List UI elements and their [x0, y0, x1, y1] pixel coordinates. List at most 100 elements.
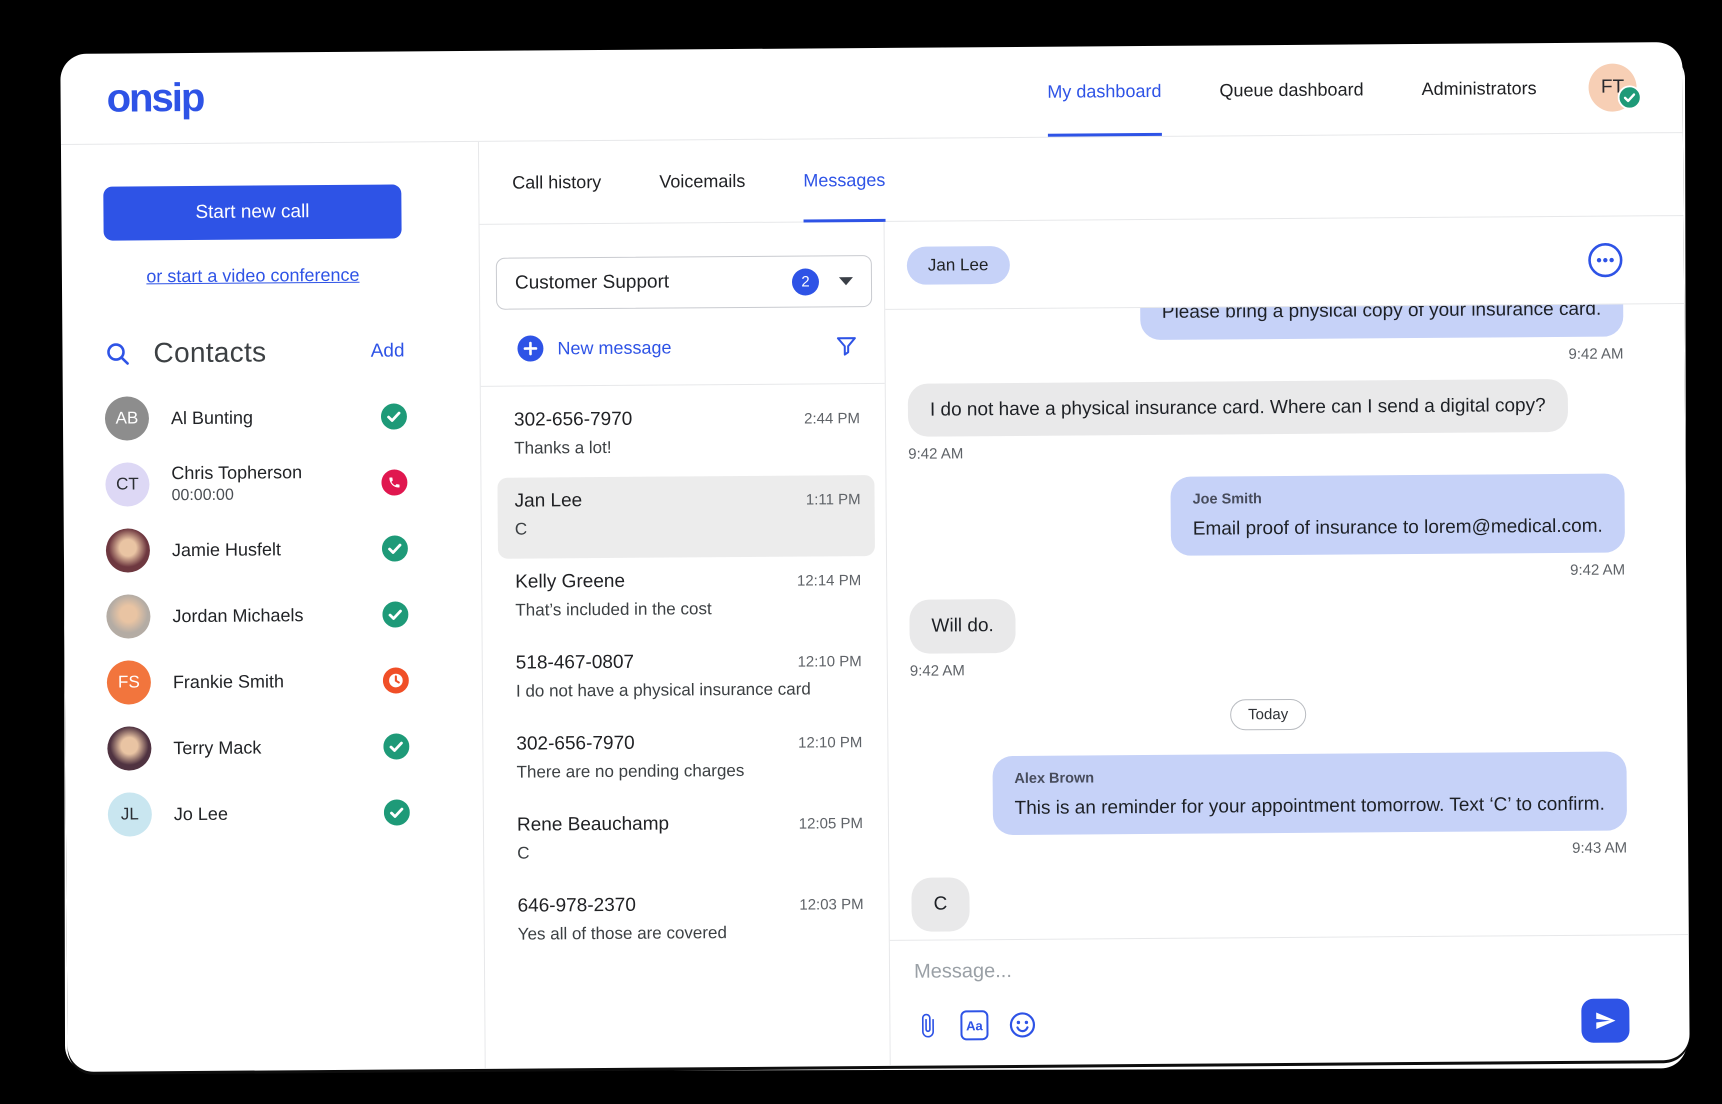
add-contact-link[interactable]: Add [371, 340, 405, 362]
conversation-item-top: 302-656-7970 2:44 PM [514, 407, 860, 432]
avatar: AB [105, 396, 149, 440]
conversation-time: 12:14 PM [797, 572, 861, 589]
message-thread: Please bring a physical copy of your ins… [885, 304, 1689, 940]
avatar [107, 726, 151, 770]
conversation-item[interactable]: 518-467-080712:10 PMI do not have a phys… [499, 637, 877, 721]
message-input[interactable] [914, 949, 1629, 989]
status-available-icon [381, 403, 407, 429]
conversation-item[interactable]: Jan Lee1:11 PMC [497, 475, 875, 559]
attachment-icon[interactable] [914, 1013, 940, 1039]
message-timestamp: 9:42 AM [1570, 562, 1625, 579]
contact-row-frankie-smith[interactable]: FS Frankie Smith [107, 647, 409, 715]
conversation-time: 2:44 PM [804, 410, 860, 427]
nav-my-dashboard[interactable]: My dashboard [1047, 46, 1162, 137]
text-format-icon[interactable]: Aa [960, 1010, 988, 1040]
avatar: JL [108, 792, 152, 836]
nav-queue-dashboard[interactable]: Queue dashboard [1219, 44, 1364, 135]
message-timestamp: 9:42 AM [910, 662, 965, 679]
message-sender: Joe Smith [1193, 488, 1603, 511]
user-avatar[interactable]: FT [1588, 63, 1636, 111]
new-message-button[interactable]: New message [517, 334, 671, 361]
search-icon[interactable] [104, 340, 131, 367]
message-bubble[interactable]: C [911, 878, 969, 932]
message-text: Please bring a physical copy of your ins… [1162, 304, 1602, 325]
conversation-preview: There are no pending charges [516, 760, 816, 782]
conversation-preview: That’s included in the cost [515, 598, 815, 620]
contacts-title: Contacts [153, 336, 266, 369]
unread-count-badge: 2 [792, 268, 819, 295]
contacts-header: Contacts Add [104, 335, 404, 369]
conversation-item[interactable]: Rene Beauchamp12:05 PMC [500, 799, 878, 883]
status-on-call-icon [381, 469, 407, 495]
contact-name-wrap: Jamie Husfelt [172, 539, 281, 561]
message-sender: Alex Brown [1014, 766, 1604, 790]
conversation-item[interactable]: 646-978-237012:03 PMYes all of those are… [500, 880, 878, 964]
video-conference-link[interactable]: or start a video conference [104, 264, 402, 287]
contact-row-al-bunting[interactable]: AB Al Bunting [105, 383, 407, 451]
contact-name: Jordan Michaels [172, 605, 303, 627]
message-bubble[interactable]: Please bring a physical copy of your ins… [1140, 304, 1624, 340]
tab-call-history[interactable]: Call history [512, 141, 602, 225]
contact-row-jordan-michaels[interactable]: Jordan Michaels [106, 581, 408, 649]
chevron-down-icon [839, 277, 853, 285]
conversation-time: 12:10 PM [798, 734, 862, 751]
chat-header: Jan Lee [885, 216, 1685, 310]
composer: Aa [890, 934, 1690, 1066]
filter-icon[interactable] [834, 334, 858, 358]
message-bubble[interactable]: Alex BrownThis is an reminder for your a… [992, 752, 1627, 836]
message-bubble[interactable]: Joe SmithEmail proof of insurance to lor… [1170, 474, 1625, 557]
conversation-time: 12:10 PM [797, 653, 861, 670]
message-timestamp: 9:43 AM [1572, 840, 1627, 857]
message-incoming: I do not have a physical insurance card.… [908, 378, 1625, 463]
conversation-preview: C [515, 517, 815, 539]
avatar [106, 594, 150, 638]
avatar: FS [107, 660, 151, 704]
message-bubble[interactable]: I do not have a physical insurance card.… [908, 379, 1568, 437]
tab-messages[interactable]: Messages [803, 139, 886, 223]
message-incoming: Will do. 9:42 AM [909, 595, 1626, 680]
message-text: C [933, 892, 947, 918]
conversation-item[interactable]: Kelly Greene12:14 PMThat’s included in t… [498, 556, 876, 640]
contact-name: Frankie Smith [173, 671, 284, 693]
contact-name-wrap: Chris Topherson00:00:00 [171, 462, 302, 505]
message-outgoing: Alex BrownThis is an reminder for your a… [910, 752, 1627, 862]
new-message-row: New message [517, 333, 858, 361]
sidebar: Start new call or start a video conferen… [61, 142, 486, 1072]
group-selector-dropdown[interactable]: Customer Support 2 [496, 255, 872, 310]
contact-row-jo-lee[interactable]: JL Jo Lee [108, 779, 410, 847]
start-new-call-button[interactable]: Start new call [103, 184, 401, 240]
more-options-icon[interactable] [1587, 242, 1624, 279]
message-text: Will do. [931, 614, 993, 640]
message-outgoing: Please bring a physical copy of your ins… [907, 304, 1624, 367]
message-text: This is an reminder for your appointment… [1014, 791, 1604, 821]
conversation-time: 12:05 PM [799, 815, 863, 832]
plus-icon [517, 335, 543, 361]
contact-name-wrap: Terry Mack [173, 737, 261, 759]
contact-row-chris-topherson[interactable]: CTChris Topherson00:00:00 [105, 449, 407, 517]
conversation-list: 302-656-79702:44 PMThanks a lot!Jan Lee1… [481, 384, 890, 1069]
status-away-icon [383, 667, 409, 693]
status-available-icon [382, 535, 408, 561]
contact-name-wrap: Jo Lee [174, 803, 228, 824]
send-button[interactable] [1581, 998, 1629, 1042]
emoji-icon[interactable] [1008, 1011, 1036, 1039]
avatar-available-icon [1618, 85, 1642, 114]
conversation-time: 1:11 PM [806, 491, 861, 508]
contact-row-jamie-husfelt[interactable]: Jamie Husfelt [106, 515, 408, 583]
conversation-title: 302-656-7970 [516, 733, 634, 756]
conversation-item[interactable]: 302-656-7970 12:10 PM There are no pending… [499, 718, 877, 802]
contact-list: AB Al Bunting CTChris Topherson00:00:00 Jam… [105, 383, 410, 847]
conversation-item[interactable]: 302-656-79702:44 PMThanks a lot! [497, 394, 875, 478]
message-timestamp: 9:42 AM [1568, 345, 1623, 362]
nav-administrators[interactable]: Administrators [1421, 43, 1537, 134]
conversation-title: 302-656-7970 [514, 409, 632, 432]
tab-voicemails[interactable]: Voicemails [659, 140, 746, 224]
conversation-time: 12:03 PM [799, 896, 863, 913]
new-message-label: New message [557, 337, 671, 359]
chat-contact-chip[interactable]: Jan Lee [907, 246, 1010, 285]
contact-name: Al Bunting [171, 407, 253, 429]
contact-row-terry-mack[interactable]: Terry Mack [107, 713, 409, 781]
message-outgoing: Joe SmithEmail proof of insurance to lor… [908, 474, 1625, 584]
contact-name: Jamie Husfelt [172, 539, 281, 561]
message-bubble[interactable]: Will do. [909, 599, 1016, 653]
